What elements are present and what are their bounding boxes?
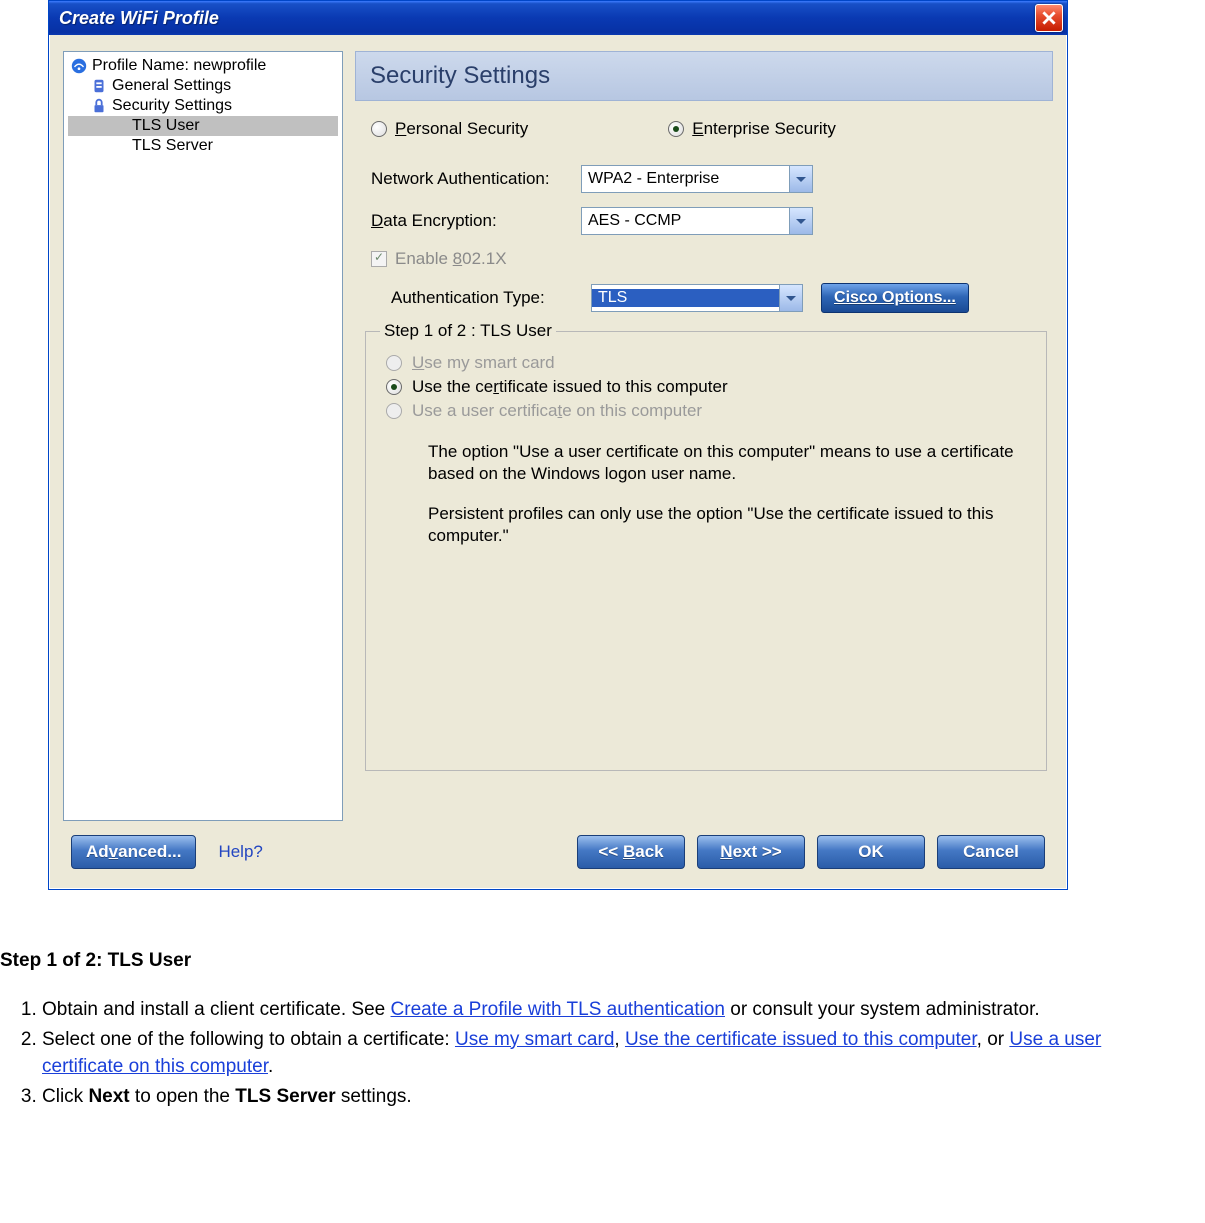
ok-button[interactable]: OK xyxy=(817,835,925,869)
advanced-button[interactable]: Advanced...Advanced... xyxy=(71,835,196,869)
nav-tree[interactable]: Profile Name: newprofile General Setting… xyxy=(63,51,343,821)
checkbox-icon xyxy=(371,251,387,267)
close-icon xyxy=(1042,11,1056,25)
tree-tls-server[interactable]: TLS Server xyxy=(68,136,338,156)
next-button[interactable]: Next >>Next >> xyxy=(697,835,805,869)
link-create-profile-tls[interactable]: Create a Profile with TLS authentication xyxy=(391,999,725,1020)
radio-personal-security[interactable]: PPersonal Securityersonal Security xyxy=(371,119,528,139)
wifi-icon xyxy=(70,57,88,75)
auth-type-select[interactable]: TLS xyxy=(591,284,803,312)
list-item: Select one of the following to obtain a … xyxy=(42,1026,1160,1081)
tree-security-settings[interactable]: Security Settings xyxy=(68,96,338,116)
doc-instructions: Step 1 of 2: TLS User Obtain and install… xyxy=(0,950,1160,1110)
chevron-down-icon xyxy=(789,208,812,234)
wifi-profile-window: Create WiFi Profile Profile Name: newpro… xyxy=(48,0,1068,890)
radio-enterprise-security[interactable]: EEnterprise Securitynterprise Security xyxy=(668,119,836,139)
network-auth-select[interactable]: WPA2 - Enterprise xyxy=(581,165,813,193)
cisco-options-button[interactable]: Cisco Options...Cisco Options... xyxy=(821,283,969,313)
tree-profile-name[interactable]: Profile Name: newprofile xyxy=(68,56,338,76)
radio-icon xyxy=(371,121,387,137)
tree-general-settings[interactable]: General Settings xyxy=(68,76,338,96)
doc-heading: Step 1 of 2: TLS User xyxy=(0,950,1160,972)
enable-8021x-checkbox: Enable 802.1XEnable 802.1X xyxy=(371,249,1047,269)
help-link[interactable]: Help? xyxy=(218,842,262,862)
gear-icon xyxy=(90,77,108,95)
cancel-button[interactable]: Cancel xyxy=(937,835,1045,869)
radio-icon xyxy=(386,379,402,395)
radio-use-smart-card: Use my smart cardUse my smart card xyxy=(386,353,1032,373)
radio-use-cert-user: Use a user certificate on this computerU… xyxy=(386,401,1032,421)
radio-icon xyxy=(386,403,402,419)
step-explanation: The option "Use a user certificate on th… xyxy=(428,441,1018,547)
data-encryption-select[interactable]: AES - CCMP xyxy=(581,207,813,235)
list-item: Click Next to open the TLS Server settin… xyxy=(42,1083,1160,1111)
close-button[interactable] xyxy=(1035,4,1063,32)
window-title: Create WiFi Profile xyxy=(59,8,1035,29)
titlebar: Create WiFi Profile xyxy=(49,1,1067,35)
lock-icon xyxy=(90,97,108,115)
step-fieldset: Step 1 of 2 : TLS User Use my smart card… xyxy=(365,321,1047,771)
auth-type-label: Authentication Type: xyxy=(391,288,581,308)
panel-heading: Security Settings xyxy=(355,51,1053,101)
step-legend: Step 1 of 2 : TLS User xyxy=(380,321,556,341)
chevron-down-icon xyxy=(789,166,812,192)
radio-icon xyxy=(386,355,402,371)
link-use-cert-computer[interactable]: Use the certificate issued to this compu… xyxy=(625,1029,977,1050)
tree-tls-user[interactable]: TLS User xyxy=(68,116,338,136)
network-auth-label: Network Authentication: xyxy=(371,169,581,189)
data-encryption-label: Data Encryption:Data Encryption: xyxy=(371,211,581,231)
radio-icon xyxy=(668,121,684,137)
list-item: Obtain and install a client certificate.… xyxy=(42,996,1160,1024)
link-use-smart-card[interactable]: Use my smart card xyxy=(455,1029,614,1050)
chevron-down-icon xyxy=(779,285,802,311)
radio-use-cert-computer[interactable]: Use the certificate issued to this compu… xyxy=(386,377,1032,397)
back-button[interactable]: << Back<< Back xyxy=(577,835,685,869)
